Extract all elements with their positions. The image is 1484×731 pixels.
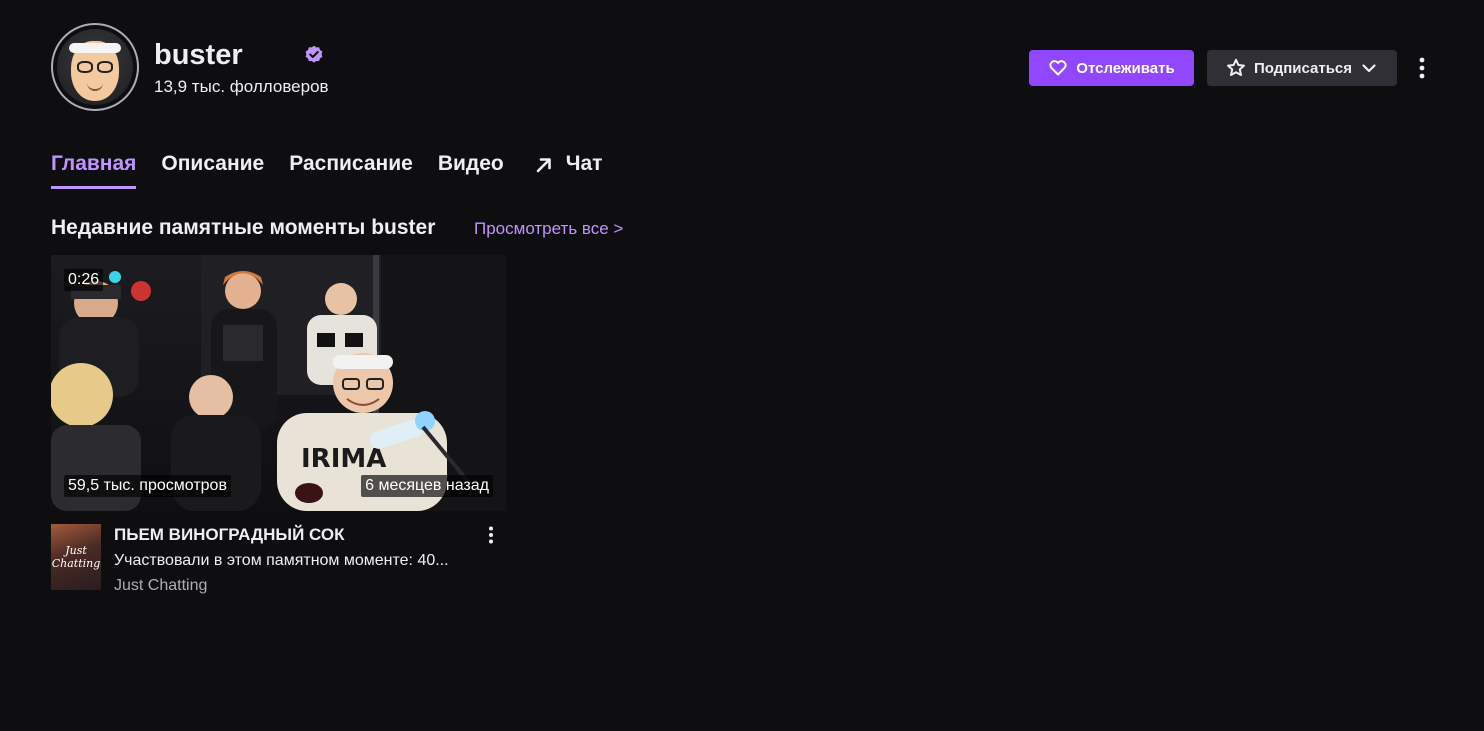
avatar-headband (69, 43, 121, 53)
tab-chat[interactable]: Чат (534, 148, 603, 189)
clip-participants: Участвовали в этом памятном моменте: 40.… (114, 552, 449, 569)
channel-name[interactable]: buster (154, 38, 243, 72)
category-art-text: Just Chatting (51, 544, 101, 570)
avatar-glasses-right (97, 61, 113, 73)
clip-menu-button[interactable] (481, 524, 501, 546)
tab-home[interactable]: Главная (51, 148, 137, 189)
tab-schedule-label: Расписание (289, 152, 413, 175)
heart-icon (1049, 60, 1067, 76)
channel-tabs: Главная Описание Расписание Видео Чат (51, 148, 627, 192)
avatar-glasses-left (77, 61, 93, 73)
follow-button-label: Отслеживать (1076, 59, 1175, 77)
svg-text:IRIMA: IRIMA (301, 444, 386, 474)
channel-header: buster 13,9 тыс. фолловеров Отслеживать … (51, 23, 1432, 115)
chevron-down-icon (1362, 64, 1376, 73)
clip-thumbnail-image: IRIMA (51, 255, 506, 511)
tab-videos[interactable]: Видео (438, 148, 504, 189)
tab-home-label: Главная (51, 152, 137, 175)
category-box-art[interactable]: Just Chatting (51, 524, 101, 590)
clip-date: 6 месяцев назад (361, 475, 493, 497)
clip-category-link[interactable]: Just Chatting (114, 575, 207, 597)
tab-about-label: Описание (161, 152, 265, 175)
more-vertical-icon (489, 526, 493, 544)
section-title: Недавние памятные моменты buster (51, 216, 436, 239)
tab-about[interactable]: Описание (161, 148, 264, 189)
follow-button[interactable]: Отслеживать (1029, 50, 1194, 86)
tab-schedule[interactable]: Расписание (289, 148, 413, 189)
view-all-link[interactable]: Просмотреть все > (474, 218, 623, 240)
subscribe-button-label: Подписаться (1253, 59, 1353, 77)
clip-title[interactable]: ПЬЕМ ВИНОГРАДНЫЙ СОК (114, 524, 344, 546)
tab-videos-label: Видео (437, 152, 504, 175)
tab-chat-label: Чат (565, 152, 603, 175)
follower-count: 13,9 тыс. фолловеров (154, 77, 329, 96)
star-icon (1226, 58, 1245, 76)
clip-duration: 0:26 (64, 269, 104, 291)
avatar-image (57, 29, 133, 105)
channel-avatar[interactable] (51, 23, 139, 111)
verified-icon (305, 45, 323, 63)
subscribe-button[interactable]: Подписаться (1207, 50, 1397, 86)
popout-arrow-icon (536, 158, 551, 173)
clip-view-count: 59,5 тыс. просмотров (64, 475, 231, 497)
more-options-button[interactable] (1411, 53, 1433, 83)
more-vertical-icon (1419, 57, 1425, 79)
clip-thumbnail[interactable]: IRIMA 0:26 59,5 тыс. просмотров 6 месяце… (51, 255, 506, 511)
channel-page: buster 13,9 тыс. фолловеров Отслеживать … (0, 0, 1484, 731)
